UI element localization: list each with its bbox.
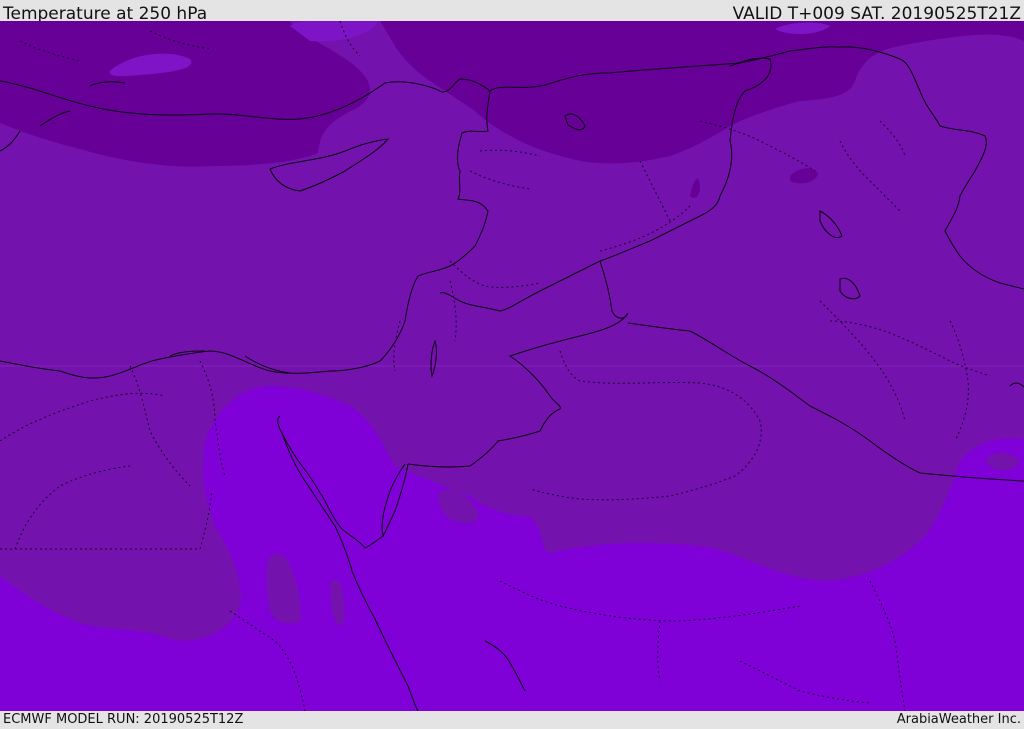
temperature-map xyxy=(0,21,1024,711)
header-bar: Temperature at 250 hPa VALID T+009 SAT. … xyxy=(0,0,1024,24)
credit-label: ArabiaWeather Inc. xyxy=(896,712,1021,727)
footer-bar: ECMWF MODEL RUN: 20190525T12Z ArabiaWeat… xyxy=(0,711,1024,729)
model-run-label: ECMWF MODEL RUN: 20190525T12Z xyxy=(3,712,244,727)
